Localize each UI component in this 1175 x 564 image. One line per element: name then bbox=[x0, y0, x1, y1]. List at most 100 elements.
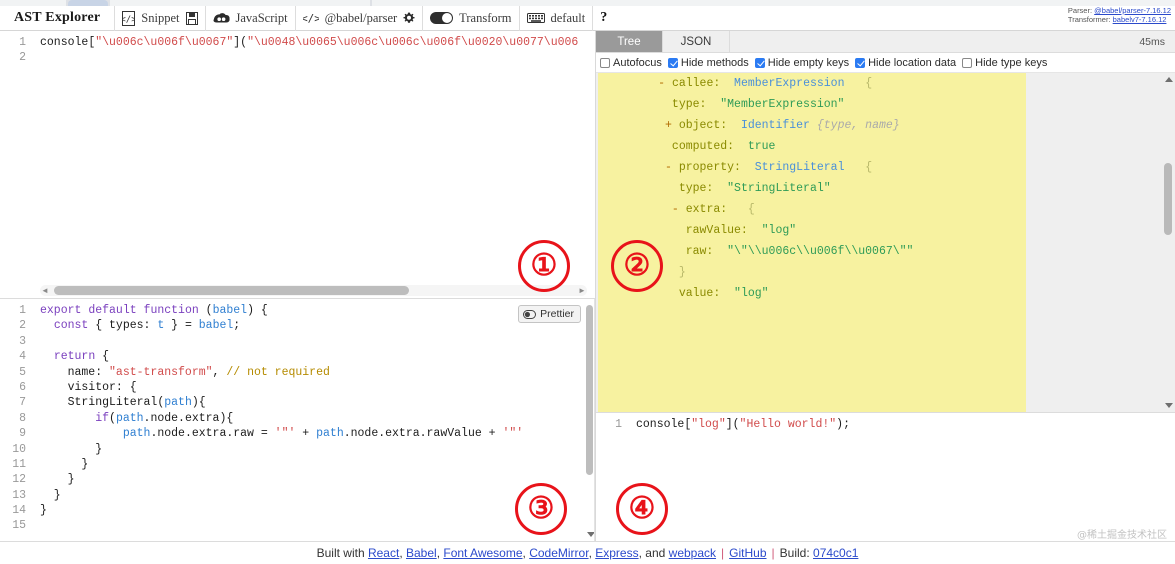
code-line: 10 } bbox=[0, 442, 595, 457]
ast-key: type: bbox=[671, 98, 707, 111]
scroll-right-arrow-icon[interactable]: ► bbox=[577, 285, 587, 296]
line-number: 14 bbox=[12, 504, 26, 518]
output-pane[interactable]: 1 console["log"]("Hello world!"); bbox=[596, 412, 1175, 542]
collapse-toggle-icon[interactable]: - bbox=[672, 203, 686, 216]
checkbox-icon[interactable] bbox=[855, 57, 866, 68]
ast-tree-rows[interactable]: - callee: MemberExpression { type: "Memb… bbox=[596, 73, 1175, 304]
checkbox-icon[interactable] bbox=[754, 57, 765, 68]
code-token: ; bbox=[233, 319, 241, 333]
collapse-toggle-icon[interactable]: - bbox=[658, 77, 672, 90]
ast-tree-row[interactable]: value: "log" bbox=[596, 283, 1175, 304]
ast-indent bbox=[596, 245, 686, 258]
footer-link-babel[interactable]: Babel bbox=[406, 546, 437, 560]
scrollbar-thumb[interactable] bbox=[54, 286, 409, 295]
parser-version-link[interactable]: @babel/parser-7.16.12 bbox=[1094, 6, 1171, 15]
code-token: return bbox=[53, 350, 96, 364]
line-number: 15 bbox=[12, 519, 26, 533]
scroll-up-arrow-icon[interactable] bbox=[1165, 77, 1173, 82]
expand-toggle-icon[interactable]: + bbox=[665, 119, 679, 132]
transform-editor-pane[interactable]: 1 export default function (babel) {2 cons… bbox=[0, 299, 595, 541]
toolbar-keymap[interactable]: default bbox=[520, 6, 593, 31]
tree-option-label: Autofocus bbox=[613, 56, 662, 69]
footer-link-express[interactable]: Express bbox=[595, 546, 638, 560]
ast-tree-row[interactable]: - extra: { bbox=[596, 199, 1175, 220]
collapse-toggle-icon[interactable]: - bbox=[665, 161, 679, 174]
toolbar-transform[interactable]: Transform bbox=[423, 6, 518, 31]
tree-option-hide-type-keys[interactable]: Hide type keys bbox=[962, 57, 1047, 69]
ast-key: object: bbox=[678, 119, 728, 132]
transformer-version-link[interactable]: babelv7-7.16.12 bbox=[1113, 15, 1167, 24]
ast-open-brace: { bbox=[844, 77, 873, 90]
scrollbar-thumb[interactable] bbox=[586, 305, 593, 475]
line-number: 7 bbox=[19, 396, 26, 410]
transform-code-lines[interactable]: 1 export default function (babel) {2 cons… bbox=[0, 299, 595, 534]
code-token: if bbox=[95, 411, 110, 425]
footer-link-webpack[interactable]: webpack bbox=[669, 546, 716, 560]
toolbar-language[interactable]: JavaScript bbox=[206, 6, 295, 31]
toolbar-help[interactable]: ? bbox=[593, 6, 614, 31]
gear-icon[interactable] bbox=[403, 12, 415, 24]
ast-tree-row[interactable]: - callee: MemberExpression { bbox=[596, 73, 1175, 94]
tree-option-hide-empty-keys[interactable]: Hide empty keys bbox=[754, 57, 849, 69]
footer-build-hash[interactable]: 074c0c1 bbox=[813, 546, 858, 560]
checkbox-icon[interactable] bbox=[962, 57, 973, 68]
code-line: 11 } bbox=[0, 457, 595, 472]
code-token: } bbox=[40, 488, 61, 502]
code-token: { types: bbox=[88, 319, 158, 333]
tree-option-hide-location-data[interactable]: Hide location data bbox=[855, 57, 956, 69]
checkbox-icon[interactable] bbox=[600, 57, 610, 68]
ast-tree-row[interactable]: computed: true bbox=[596, 136, 1175, 157]
tab-json[interactable]: JSON bbox=[663, 31, 730, 52]
scrollbar-thumb[interactable] bbox=[1164, 163, 1172, 235]
ast-tree-row[interactable]: + object: Identifier {type, name} bbox=[596, 115, 1175, 136]
ast-key: callee: bbox=[671, 77, 721, 90]
code-token: { bbox=[95, 350, 110, 364]
ast-tree-body[interactable]: - callee: MemberExpression { type: "Memb… bbox=[596, 73, 1175, 413]
code-line: 13 } bbox=[0, 488, 595, 503]
floppy-save-icon[interactable] bbox=[185, 11, 198, 25]
ast-indent bbox=[596, 224, 686, 237]
footer-link-codemirror[interactable]: CodeMirror bbox=[529, 546, 588, 560]
code-token: .node.extra.rawValue + bbox=[343, 427, 503, 441]
tree-vertical-scrollbar[interactable] bbox=[1163, 75, 1173, 410]
code-token: "log" bbox=[691, 418, 726, 432]
toggle-on-icon[interactable] bbox=[430, 12, 454, 24]
ast-tree-row[interactable]: raw: "\"\\u006c\\u006f\\u0067\"" bbox=[596, 241, 1175, 262]
prettier-button[interactable]: Prettier bbox=[518, 305, 581, 323]
footer-link-font-awesome[interactable]: Font Awesome bbox=[443, 546, 522, 560]
line-number: 1 bbox=[19, 36, 26, 49]
ast-tree-row[interactable]: type: "StringLiteral" bbox=[596, 178, 1175, 199]
scroll-left-arrow-icon[interactable]: ◄ bbox=[40, 285, 50, 296]
ast-tree-row[interactable]: - property: StringLiteral { bbox=[596, 157, 1175, 178]
line-number: 1 bbox=[615, 418, 622, 432]
ast-key: property: bbox=[678, 161, 741, 174]
ast-node-type: MemberExpression bbox=[720, 77, 845, 90]
tab-tree[interactable]: Tree bbox=[596, 31, 663, 52]
tree-option-hide-methods[interactable]: Hide methods bbox=[667, 57, 749, 69]
ast-tree-row[interactable]: rawValue: "log" bbox=[596, 220, 1175, 241]
source-horizontal-scrollbar[interactable]: ◄ ► bbox=[40, 285, 587, 296]
checkbox-icon[interactable] bbox=[667, 57, 678, 68]
source-code-lines[interactable]: 1 console["\u006c\u006f\u0067"]("\u0048\u… bbox=[0, 31, 595, 66]
footer-link-github[interactable]: GitHub bbox=[729, 546, 766, 560]
footer-comma: , bbox=[399, 546, 406, 560]
toolbar-parser[interactable]: </> @babel/parser bbox=[296, 6, 423, 31]
ast-tree-row[interactable]: } bbox=[596, 262, 1175, 283]
tree-tabbar: Tree JSON 45ms bbox=[596, 31, 1175, 53]
code-token: path bbox=[164, 396, 192, 410]
source-editor-pane[interactable]: 1 console["\u006c\u006f\u0067"]("\u0048\u… bbox=[0, 31, 595, 299]
ast-string-value: "log" bbox=[720, 287, 769, 300]
ast-open-brace: { bbox=[727, 203, 755, 216]
ast-key: value: bbox=[678, 287, 721, 300]
ast-tree-row[interactable]: type: "MemberExpression" bbox=[596, 94, 1175, 115]
transform-vertical-scrollbar[interactable] bbox=[585, 301, 595, 539]
code-token: console bbox=[636, 418, 685, 432]
ast-indent bbox=[596, 182, 679, 195]
footer-link-react[interactable]: React bbox=[368, 546, 399, 560]
watermark: @稀土掘金技术社区 bbox=[1077, 530, 1167, 541]
ast-key: extra: bbox=[685, 203, 728, 216]
scroll-down-arrow-icon[interactable] bbox=[1165, 403, 1173, 409]
tree-option-autofocus[interactable]: Autofocus bbox=[600, 57, 662, 69]
toolbar-snippet[interactable]: </> Snippet bbox=[115, 6, 204, 31]
